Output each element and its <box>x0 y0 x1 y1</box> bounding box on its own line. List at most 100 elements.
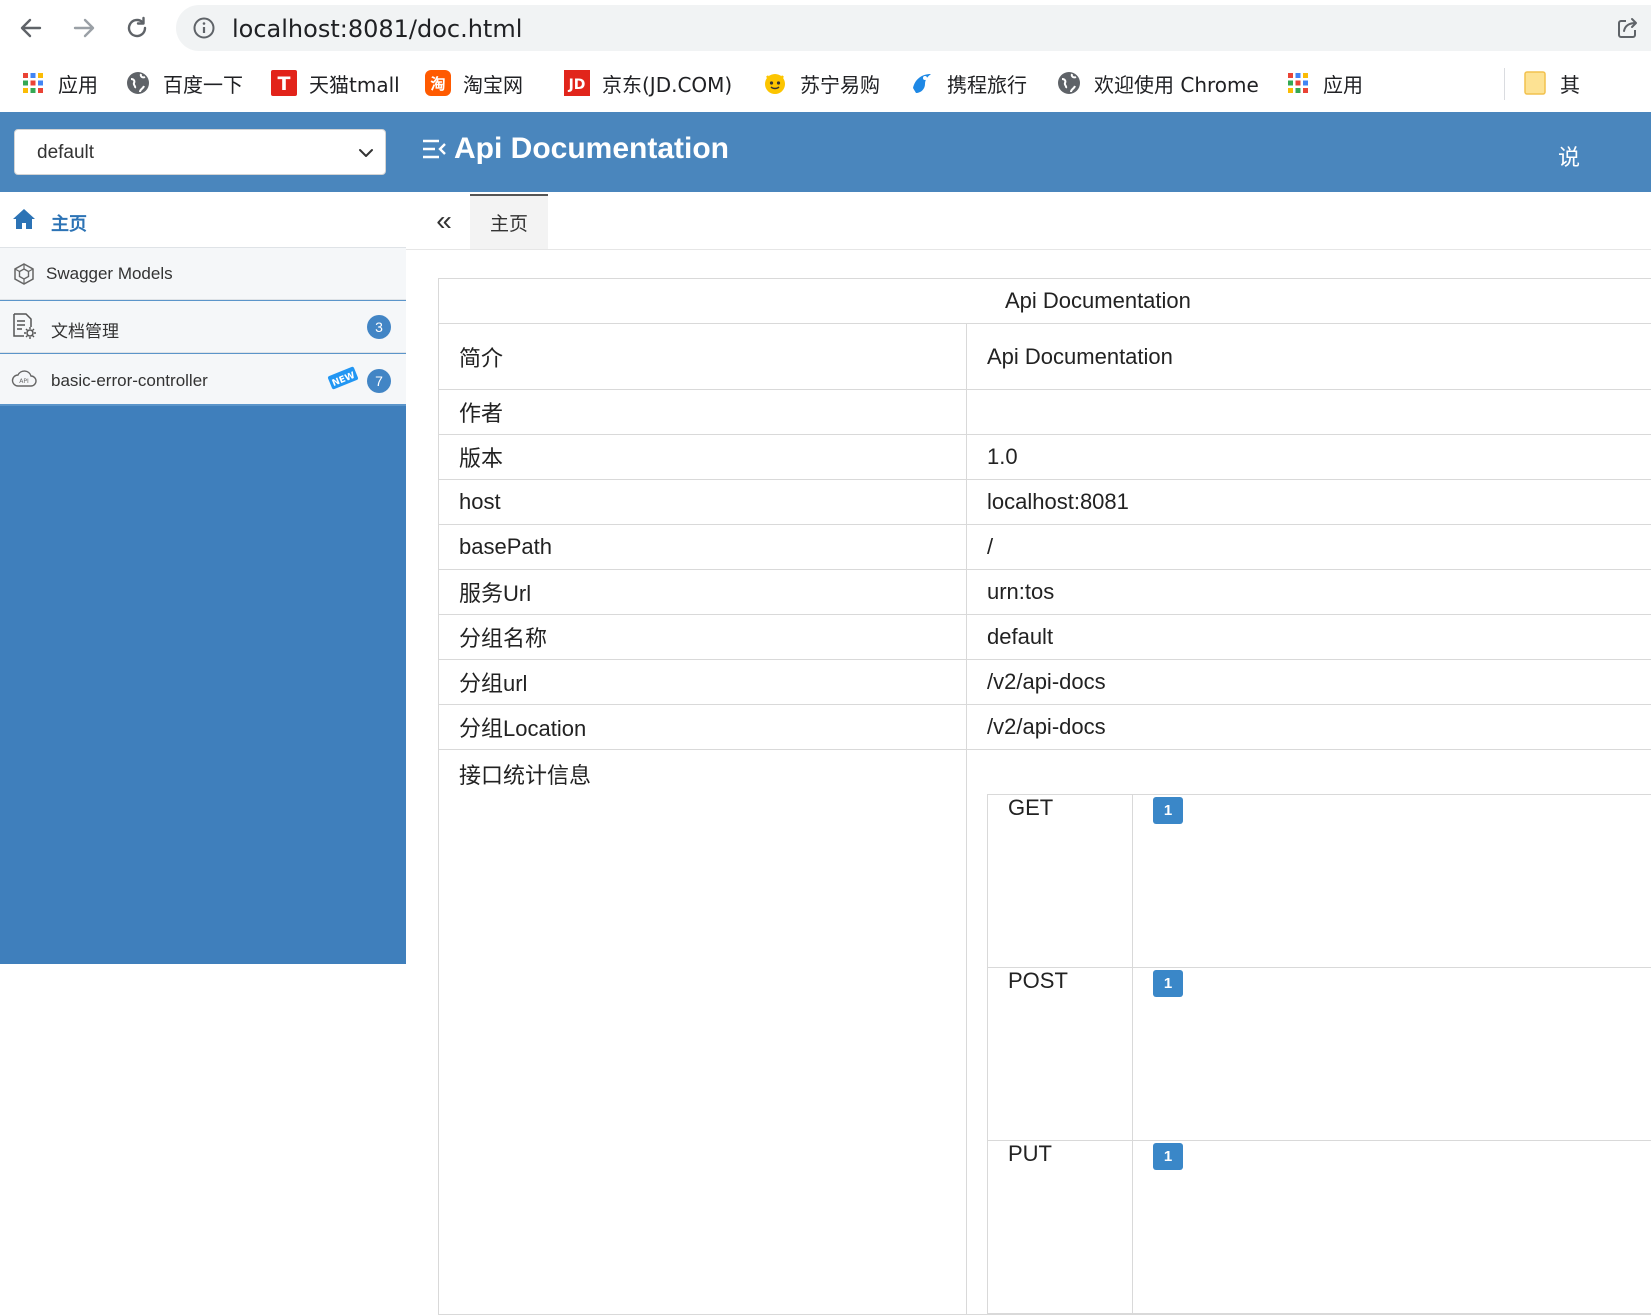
bookmark-chrome-welcome[interactable]: 欢迎使用 Chrome <box>1056 66 1259 100</box>
table-key: 分组名称 <box>439 615 967 660</box>
svg-text:API: API <box>19 378 29 385</box>
sidebar-item-label: 主页 <box>51 210 87 236</box>
stat-row: PUT 1 <box>988 1141 1651 1314</box>
method-count-cell: 1 <box>1133 968 1651 1141</box>
app-header: default Api Documentation 说 <box>0 112 1651 192</box>
method-count-cell: 1 <box>1133 1141 1651 1314</box>
bookmark-label: 应用 <box>58 69 98 98</box>
table-title: Api Documentation <box>439 279 1651 324</box>
method-count-badge: 1 <box>1153 970 1183 997</box>
table-value: localhost:8081 <box>967 480 1651 525</box>
collapse-sidebar-button[interactable]: « <box>426 206 462 236</box>
table-value: / <box>967 525 1651 570</box>
count-badge: 3 <box>367 315 391 339</box>
table-row: 分组名称 default <box>439 615 1651 660</box>
table-value: /v2/api-docs <box>967 705 1651 750</box>
table-value <box>967 390 1651 435</box>
tab-home[interactable]: 主页 <box>470 194 548 249</box>
app-title: Api Documentation <box>422 132 729 166</box>
bookmark-label: 欢迎使用 Chrome <box>1094 69 1259 98</box>
forward-arrow-icon <box>71 15 97 41</box>
table-value: urn:tos <box>967 570 1651 615</box>
header-right-text[interactable]: 说 <box>1558 140 1580 172</box>
sidebar-item-basic-error-controller[interactable]: API basic-error-controller NEW 7 <box>0 353 406 406</box>
apps-grid-icon <box>1285 70 1311 96</box>
jd-icon: JD <box>564 70 590 96</box>
forward-button[interactable] <box>66 10 102 46</box>
table-key: host <box>439 480 967 525</box>
bookmark-jd[interactable]: JD 京东(JD.COM) <box>564 66 732 100</box>
bookmark-apps[interactable]: 应用 <box>20 66 98 100</box>
method-name: POST <box>988 968 1133 1141</box>
home-icon <box>12 207 36 231</box>
globe-icon <box>125 70 151 96</box>
browser-toolbar: localhost:8081/doc.html <box>0 0 1651 56</box>
sidebar: 主页 Swagger Models 文档管理 3 API basic-error… <box>0 192 406 964</box>
tab-bar: « 主页 <box>406 192 1651 250</box>
globe-icon <box>1056 70 1082 96</box>
bookmark-label: 百度一下 <box>163 69 243 98</box>
bookmark-baidu[interactable]: 百度一下 <box>125 66 243 100</box>
sidebar-item-doc-management[interactable]: 文档管理 3 <box>0 300 406 353</box>
address-bar[interactable]: localhost:8081/doc.html <box>176 5 1651 51</box>
sidebar-item-home[interactable]: 主页 <box>0 192 406 248</box>
method-count-badge: 1 <box>1153 797 1183 824</box>
table-row: 简介 Api Documentation <box>439 324 1651 390</box>
table-key: 版本 <box>439 435 967 480</box>
svg-text:T: T <box>278 73 291 95</box>
method-name: PUT <box>988 1141 1133 1314</box>
back-arrow-icon <box>18 15 44 41</box>
table-value: /v2/api-docs <box>967 660 1651 705</box>
main-content: Api Documentation 简介 Api Documentation 作… <box>406 250 1651 964</box>
api-info-table: Api Documentation 简介 Api Documentation 作… <box>438 278 1651 1315</box>
menu-toggle-icon[interactable] <box>422 138 446 160</box>
bookmark-suning[interactable]: 苏宁易购 <box>762 66 880 100</box>
bookmark-other[interactable]: 其 <box>1522 66 1580 100</box>
tmall-icon: T <box>271 70 297 96</box>
back-button[interactable] <box>13 10 49 46</box>
table-row: 接口统计信息 GET 1 POST 1 PUT 1 <box>439 750 1651 1315</box>
stats-cell: GET 1 POST 1 PUT 1 <box>967 750 1651 1315</box>
group-select[interactable]: default <box>14 129 386 175</box>
sidebar-item-swagger-models[interactable]: Swagger Models <box>0 248 406 300</box>
table-key: 作者 <box>439 390 967 435</box>
sidebar-item-label: 文档管理 <box>51 317 119 342</box>
app-title-text: Api Documentation <box>454 132 729 166</box>
bookmark-label: 淘宝网 <box>463 69 523 98</box>
bookmark-label: 携程旅行 <box>947 69 1027 98</box>
bookmark-taobao[interactable]: 淘 淘宝网 <box>425 66 523 100</box>
sidebar-item-label: basic-error-controller <box>51 371 208 391</box>
svg-text:淘: 淘 <box>429 75 445 93</box>
sidebar-item-label: Swagger Models <box>46 264 173 284</box>
doc-settings-icon <box>11 312 37 340</box>
count-badge: 7 <box>367 369 391 393</box>
table-row: 分组url /v2/api-docs <box>439 660 1651 705</box>
taobao-icon: 淘 <box>425 70 451 96</box>
table-key: basePath <box>439 525 967 570</box>
bookmark-ctrip[interactable]: 携程旅行 <box>909 66 1027 100</box>
table-key: 分组Location <box>439 705 967 750</box>
table-key: 分组url <box>439 660 967 705</box>
svg-text:JD: JD <box>568 77 586 93</box>
table-row: basePath / <box>439 525 1651 570</box>
table-value: 1.0 <box>967 435 1651 480</box>
table-value: Api Documentation <box>967 324 1651 390</box>
table-row: host localhost:8081 <box>439 480 1651 525</box>
url-text[interactable]: localhost:8081/doc.html <box>232 15 522 43</box>
site-info-icon[interactable] <box>192 16 216 45</box>
method-name: GET <box>988 795 1133 968</box>
bookmark-apps-2[interactable]: 应用 <box>1285 66 1363 100</box>
reload-button[interactable] <box>119 10 155 46</box>
share-icon[interactable] <box>1615 15 1641 46</box>
bookmark-label: 其 <box>1560 69 1580 98</box>
bookmark-tmall[interactable]: T 天猫tmall <box>271 66 400 100</box>
method-stats-table: GET 1 POST 1 PUT 1 <box>987 794 1651 1314</box>
bookmark-label: 天猫tmall <box>309 69 400 98</box>
table-row: 版本 1.0 <box>439 435 1651 480</box>
table-value: default <box>967 615 1651 660</box>
suning-icon <box>762 70 788 96</box>
cloud-api-icon: API <box>11 368 37 390</box>
method-count-badge: 1 <box>1153 1143 1183 1170</box>
ctrip-icon <box>909 70 935 96</box>
stat-row: POST 1 <box>988 968 1651 1141</box>
